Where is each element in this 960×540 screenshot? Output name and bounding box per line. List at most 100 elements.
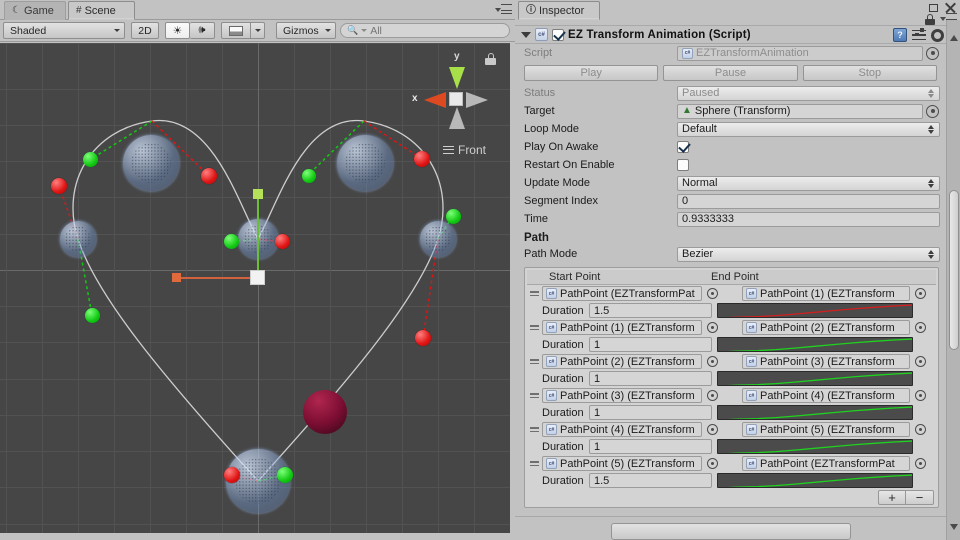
- drag-handle-icon[interactable]: [527, 393, 542, 398]
- scroll-up-arrow-icon[interactable]: [949, 35, 958, 41]
- tangent-handle-out[interactable]: [51, 178, 67, 194]
- tangent-handle-out[interactable]: [415, 330, 431, 346]
- play-on-awake-checkbox[interactable]: [677, 141, 689, 153]
- tangent-handle-in[interactable]: [85, 308, 100, 323]
- time-input[interactable]: 0.9333333: [677, 211, 940, 227]
- stop-button[interactable]: Stop: [802, 65, 937, 81]
- lock-icon[interactable]: [925, 13, 935, 25]
- target-picker-icon[interactable]: [926, 104, 939, 118]
- component-enabled-checkbox[interactable]: [552, 28, 564, 41]
- duration-input[interactable]: 1: [589, 439, 712, 454]
- help-icon[interactable]: ?: [893, 28, 907, 42]
- tab-inspector[interactable]: ⓘ Inspector: [518, 1, 600, 20]
- start-point-picker-icon[interactable]: [707, 288, 718, 299]
- end-point-object-field[interactable]: c# PathPoint (5) (EZTransform: [742, 422, 910, 437]
- add-component-button[interactable]: [611, 523, 851, 540]
- toggle-2d-button[interactable]: 2D: [131, 22, 159, 39]
- gizmo-x-axis-cone[interactable]: [424, 92, 446, 108]
- preset-icon[interactable]: [912, 28, 926, 42]
- start-point-object-field[interactable]: c# PathPoint (EZTransformPat: [542, 286, 702, 301]
- path-point-gizmo[interactable]: [123, 135, 179, 191]
- remove-segment-button[interactable]: −: [906, 490, 934, 505]
- easing-curve-field[interactable]: [717, 337, 913, 352]
- end-point-picker-icon[interactable]: [915, 322, 926, 333]
- end-point-picker-icon[interactable]: [915, 288, 926, 299]
- duration-input[interactable]: 1: [589, 405, 712, 420]
- loop-mode-dropdown[interactable]: Default: [677, 121, 940, 137]
- tangent-handle-in[interactable]: [83, 152, 98, 167]
- easing-curve-field[interactable]: [717, 371, 913, 386]
- tangent-handle-in[interactable]: [224, 234, 239, 249]
- move-gizmo-center-handle[interactable]: [250, 270, 265, 285]
- duration-input[interactable]: 1: [589, 337, 712, 352]
- end-point-object-field[interactable]: c# PathPoint (1) (EZTransform: [742, 286, 910, 301]
- scene-panel-menu-icon[interactable]: [495, 4, 512, 16]
- path-mode-dropdown[interactable]: Bezier: [677, 246, 940, 262]
- pause-button[interactable]: Pause: [663, 65, 798, 81]
- restart-on-enable-checkbox[interactable]: [677, 159, 689, 171]
- move-gizmo-y-handle[interactable]: [253, 189, 263, 199]
- path-point-gizmo[interactable]: [420, 221, 456, 257]
- end-point-picker-icon[interactable]: [915, 390, 926, 401]
- gear-icon[interactable]: [931, 28, 944, 42]
- shading-mode-dropdown[interactable]: Shaded: [3, 22, 125, 39]
- close-icon[interactable]: [945, 2, 956, 13]
- tangent-handle-in[interactable]: [446, 209, 461, 224]
- start-point-object-field[interactable]: c# PathPoint (5) (EZTransform: [542, 456, 702, 471]
- drag-handle-icon[interactable]: [527, 359, 542, 364]
- tab-game[interactable]: ☾ Game: [4, 1, 66, 20]
- end-point-picker-icon[interactable]: [915, 458, 926, 469]
- start-point-object-field[interactable]: c# PathPoint (1) (EZTransform: [542, 320, 702, 335]
- gizmo-center-cube[interactable]: [449, 92, 463, 106]
- tangent-handle-in[interactable]: [277, 467, 293, 483]
- start-point-object-field[interactable]: c# PathPoint (3) (EZTransform: [542, 388, 702, 403]
- lighting-toggle-button[interactable]: ☀: [165, 22, 190, 39]
- scene-orientation-gizmo[interactable]: y x: [412, 49, 498, 141]
- update-mode-dropdown[interactable]: Normal: [677, 175, 940, 191]
- maximize-icon[interactable]: [929, 3, 938, 12]
- end-point-picker-icon[interactable]: [915, 356, 926, 367]
- easing-curve-field[interactable]: [717, 303, 913, 318]
- tangent-handle-out[interactable]: [275, 234, 290, 249]
- tangent-handle-out[interactable]: [201, 168, 217, 184]
- start-point-picker-icon[interactable]: [707, 356, 718, 367]
- scene-view-orientation-label[interactable]: Front: [442, 143, 486, 157]
- drag-handle-icon[interactable]: [527, 325, 542, 330]
- play-button[interactable]: Play: [524, 65, 659, 81]
- gizmo-negy-axis-cone[interactable]: [449, 107, 465, 129]
- end-point-object-field[interactable]: c# PathPoint (4) (EZTransform: [742, 388, 910, 403]
- tangent-handle-out[interactable]: [224, 467, 240, 483]
- move-gizmo-x-handle[interactable]: [172, 273, 181, 282]
- easing-curve-field[interactable]: [717, 473, 913, 488]
- animated-sphere-object[interactable]: [303, 390, 347, 434]
- scroll-down-arrow-icon[interactable]: [949, 524, 958, 530]
- segment-index-input[interactable]: 0: [677, 193, 940, 209]
- start-point-picker-icon[interactable]: [707, 390, 718, 401]
- path-point-gizmo[interactable]: [60, 221, 96, 257]
- add-segment-button[interactable]: +: [878, 490, 906, 505]
- inspector-scrollbar[interactable]: [946, 20, 960, 540]
- drag-handle-icon[interactable]: [527, 461, 542, 466]
- easing-curve-field[interactable]: [717, 405, 913, 420]
- tangent-handle-out[interactable]: [414, 151, 430, 167]
- end-point-object-field[interactable]: c# PathPoint (2) (EZTransform: [742, 320, 910, 335]
- move-gizmo-y-axis[interactable]: [257, 193, 259, 277]
- tab-scene[interactable]: # Scene: [68, 1, 135, 20]
- path-point-gizmo[interactable]: [337, 135, 393, 191]
- duration-input[interactable]: 1.5: [589, 303, 712, 318]
- end-point-object-field[interactable]: c# PathPoint (EZTransformPat: [742, 456, 910, 471]
- persp-lock-icon[interactable]: [485, 53, 496, 65]
- foldout-open-icon[interactable]: [521, 31, 531, 38]
- end-point-object-field[interactable]: c# PathPoint (3) (EZTransform: [742, 354, 910, 369]
- effects-toggle-button[interactable]: [221, 22, 251, 39]
- easing-curve-field[interactable]: [717, 439, 913, 454]
- start-point-picker-icon[interactable]: [707, 424, 718, 435]
- move-gizmo-x-axis[interactable]: [176, 277, 258, 279]
- gizmo-negx-axis-cone[interactable]: [466, 92, 488, 108]
- target-object-field[interactable]: ▲ Sphere (Transform): [677, 103, 923, 119]
- gizmos-dropdown[interactable]: Gizmos: [276, 22, 336, 39]
- start-point-object-field[interactable]: c# PathPoint (4) (EZTransform: [542, 422, 702, 437]
- scene-viewport[interactable]: y x Front: [0, 43, 510, 533]
- scene-search-input[interactable]: 🔍 All: [340, 23, 510, 38]
- duration-input[interactable]: 1.5: [589, 473, 712, 488]
